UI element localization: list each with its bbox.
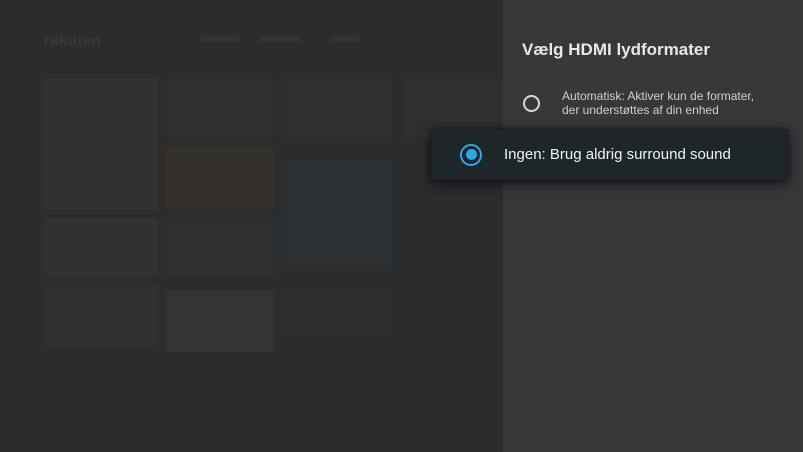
content-tile [166,290,274,352]
settings-panel: Vælg HDMI lydformater [503,0,803,452]
content-tile [44,218,158,276]
radio-checked-icon[interactable] [460,143,482,166]
content-tile [282,290,392,330]
app-logo: rakuten [44,32,102,48]
content-tile [282,78,392,138]
option-none-selected[interactable]: Ingen: Brug aldrig surround sound [431,129,788,180]
content-tile [166,78,274,138]
option-automatic[interactable]: Automatisk: Aktiver kun de formater, der… [523,86,783,120]
panel-title: Vælg HDMI lydformater [522,40,710,59]
option-label: Ingen: Brug aldrig surround sound [504,146,731,163]
content-tile [166,218,274,276]
content-tile [166,146,274,210]
option-label: Automatisk: Aktiver kun de formater, der… [562,89,755,117]
content-tile [44,78,158,210]
content-tile [282,160,392,270]
nav-item-placeholder [260,36,300,42]
content-tile [44,286,158,348]
background-app-dimmed: rakuten [0,0,503,452]
radio-unchecked-icon[interactable] [523,94,540,112]
nav-item-placeholder [330,36,360,42]
nav-item-placeholder [200,36,240,42]
